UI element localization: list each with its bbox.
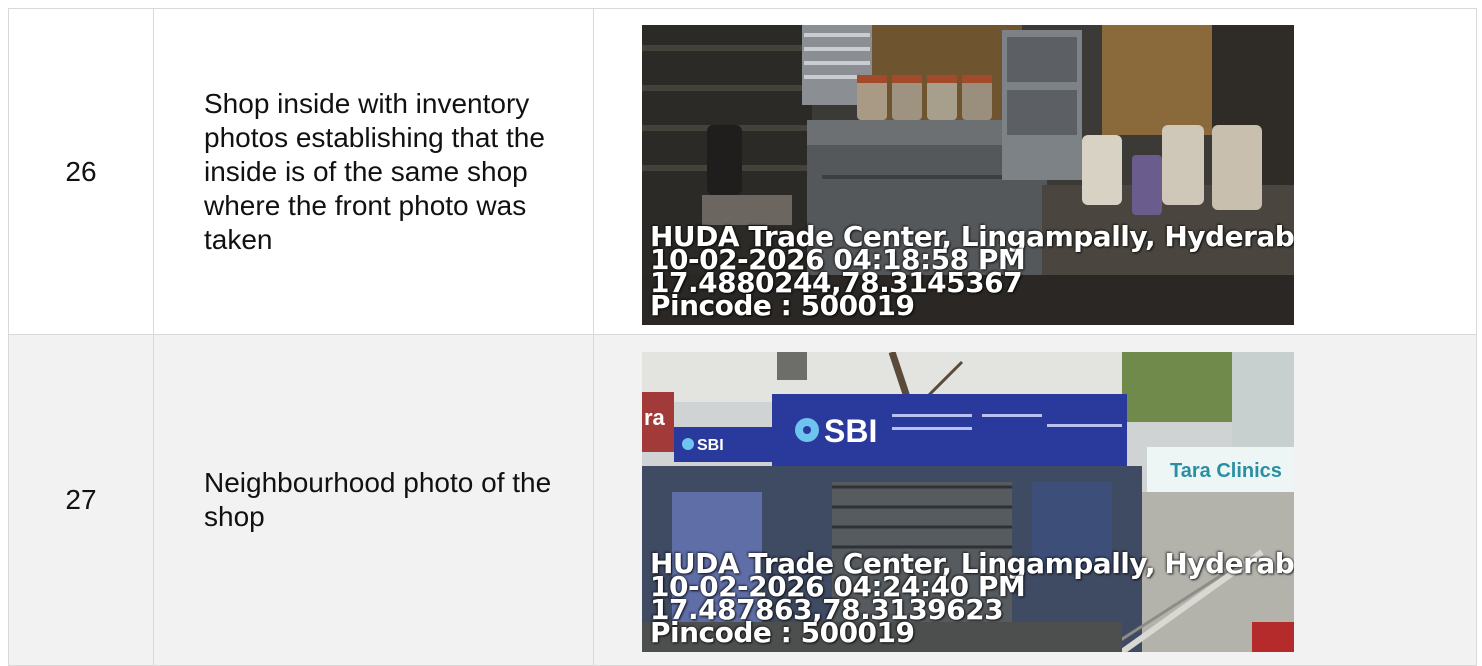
photo-cell: ra SBI SBI Tara Clinics HUDA Trade Cente… [593,334,1477,666]
inspection-table: 26 Shop inside with inventory photos est… [8,8,1477,666]
row-description: Neighbourhood photo of the shop [153,334,594,666]
side-sign-text: ra [644,405,666,430]
row-number: 27 [8,334,154,666]
table-row: 26 Shop inside with inventory photos est… [8,8,1477,335]
sbi-logo-text: SBI [824,413,877,449]
row-description: Shop inside with inventory photos establ… [153,8,594,335]
photo-geotag-stamp: HUDA Trade Center, Lingampally, Hyderaba… [650,550,1294,647]
shop-inside-photo: HUDA Trade Center, Lingampally, Hyderaba… [642,25,1294,325]
photo-cell: HUDA Trade Center, Lingampally, Hyderaba… [593,8,1477,335]
table-row: 27 Neighbourhood photo of the shop ra SB… [8,334,1477,666]
photo-geotag-stamp: HUDA Trade Center, Lingampally, Hyderaba… [650,223,1294,320]
row-number: 26 [8,8,154,335]
neighbourhood-photo: ra SBI SBI Tara Clinics HUDA Trade Cente… [642,352,1294,652]
small-sbi-text: SBI [697,437,724,454]
clinic-sign-text: Tara Clinics [1170,460,1282,482]
